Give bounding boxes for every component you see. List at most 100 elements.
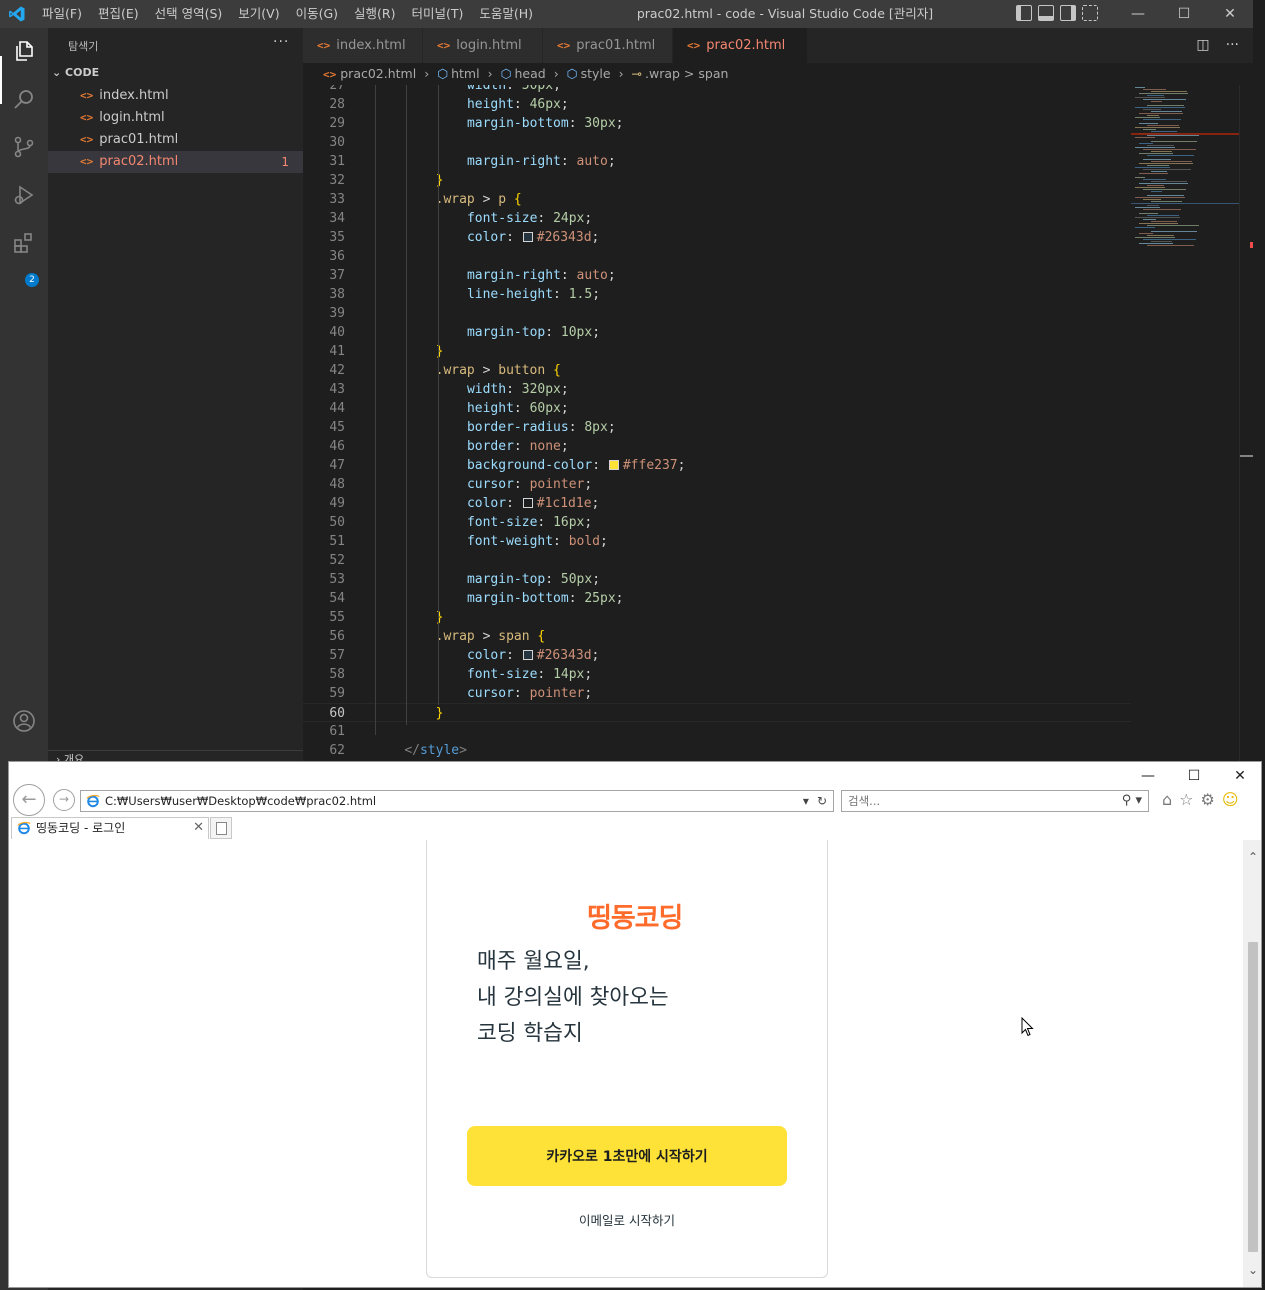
- breadcrumb-html[interactable]: html: [451, 66, 479, 81]
- feedback-smiley-icon[interactable]: ☺: [1222, 790, 1239, 810]
- close-tab-icon[interactable]: ✕: [193, 818, 204, 838]
- code-line[interactable]: 53 margin-top: 50px;: [303, 570, 1131, 589]
- search-icon[interactable]: ⚲: [1122, 793, 1132, 808]
- search-box[interactable]: ⚲ ▾: [841, 790, 1149, 812]
- color-swatch[interactable]: [522, 650, 533, 660]
- maximize-icon[interactable]: ☐: [1171, 764, 1217, 788]
- menu-view[interactable]: 보기(V): [230, 0, 287, 28]
- code-line[interactable]: 37 margin-right: auto;: [303, 266, 1131, 285]
- toggle-primary-sidebar-icon[interactable]: [1016, 5, 1032, 21]
- menu-terminal[interactable]: 터미널(T): [404, 0, 472, 28]
- maximize-icon[interactable]: ☐: [1161, 0, 1207, 28]
- scroll-down-icon[interactable]: ⌄: [1243, 1263, 1261, 1277]
- code-line[interactable]: 39: [303, 304, 1131, 323]
- code-line[interactable]: 60}: [303, 703, 1131, 722]
- more-actions-icon[interactable]: ···: [273, 34, 289, 50]
- home-icon[interactable]: ⌂: [1162, 790, 1172, 810]
- toggle-secondary-sidebar-icon[interactable]: [1060, 5, 1076, 21]
- scroll-up-icon[interactable]: ⌃: [1243, 850, 1261, 864]
- code-line[interactable]: 56 .wrap > span {: [303, 627, 1131, 646]
- code-line[interactable]: 33 .wrap > p {: [303, 190, 1131, 209]
- minimap[interactable]: [1131, 85, 1239, 765]
- menu-go[interactable]: 이동(G): [288, 0, 346, 28]
- code-line[interactable]: 43 width: 320px;: [303, 380, 1131, 399]
- editor-scrollbar[interactable]: [1239, 85, 1253, 765]
- code-line[interactable]: 47 background-color: #ffe237;: [303, 456, 1131, 475]
- file-item[interactable]: <> prac02.html 1: [48, 151, 303, 173]
- kakao-login-button[interactable]: 카카오로 1초만에 시작하기: [467, 1126, 787, 1186]
- code-line[interactable]: 29 margin-bottom: 30px;: [303, 114, 1131, 133]
- code-line[interactable]: 41}: [303, 342, 1131, 361]
- search-input[interactable]: [848, 793, 1098, 809]
- tab-prac02-html[interactable]: <>prac02.html 1✕: [673, 28, 808, 88]
- file-item[interactable]: <> login.html: [48, 107, 303, 129]
- address-input[interactable]: [105, 793, 785, 809]
- color-swatch[interactable]: [608, 460, 619, 470]
- tab-prac01-html[interactable]: <> prac01.html: [543, 28, 673, 63]
- code-line[interactable]: 42 .wrap > button {: [303, 361, 1131, 380]
- code-line[interactable]: 51 font-weight: bold;: [303, 532, 1131, 551]
- dropdown-icon[interactable]: ▾: [803, 792, 809, 810]
- code-line[interactable]: 31 margin-right: auto;: [303, 152, 1131, 171]
- breadcrumb-head[interactable]: head: [514, 66, 545, 81]
- code-line[interactable]: 27 width: 50px;: [303, 85, 1131, 95]
- split-editor-icon[interactable]: ◫: [1196, 28, 1209, 63]
- code-line[interactable]: 44 height: 60px;: [303, 399, 1131, 418]
- account-icon[interactable]: [12, 709, 36, 733]
- code-line[interactable]: 40 margin-top: 10px;: [303, 323, 1131, 342]
- menu-edit[interactable]: 편집(E): [90, 0, 147, 28]
- code-line[interactable]: 30: [303, 133, 1131, 152]
- color-swatch[interactable]: [522, 498, 533, 508]
- code-line[interactable]: 28 height: 46px;: [303, 95, 1131, 114]
- code-line[interactable]: 45 border-radius: 8px;: [303, 418, 1131, 437]
- breadcrumb-selector[interactable]: .wrap > span: [645, 66, 728, 81]
- tab-index-html[interactable]: <> index.html: [303, 28, 423, 63]
- gear-icon[interactable]: ⚙: [1201, 790, 1215, 810]
- email-signup-link[interactable]: 이메일로 시작하기: [427, 1210, 827, 1229]
- customize-layout-icon[interactable]: [1082, 5, 1098, 21]
- menu-run[interactable]: 실행(R): [346, 0, 403, 28]
- code-line[interactable]: 46 border: none;: [303, 437, 1131, 456]
- code-line[interactable]: 52: [303, 551, 1131, 570]
- back-button[interactable]: ←: [13, 784, 45, 816]
- tab-login-html[interactable]: <> login.html: [423, 28, 543, 63]
- close-icon[interactable]: ✕: [1207, 0, 1253, 28]
- code-line[interactable]: 38 line-height: 1.5;: [303, 285, 1131, 304]
- code-line[interactable]: 36: [303, 247, 1131, 266]
- dropdown-icon[interactable]: ▾: [1135, 793, 1142, 808]
- browser-tab[interactable]: 띵동코딩 - 로그인 ✕: [11, 817, 209, 839]
- code-editor[interactable]: 27 width: 50px; 28 height: 46px; 29 margin-bo…: [303, 85, 1131, 765]
- page-scrollbar[interactable]: ⌃ ⌄: [1243, 840, 1261, 1287]
- extensions-icon[interactable]: [12, 231, 36, 255]
- code-line[interactable]: 58 font-size: 14px;: [303, 665, 1131, 684]
- menu-selection[interactable]: 선택 영역(S): [147, 0, 231, 28]
- menu-help[interactable]: 도움말(H): [471, 0, 541, 28]
- breadcrumb-file[interactable]: prac02.html: [340, 66, 416, 81]
- folder-code[interactable]: ⌄ CODE: [52, 66, 99, 79]
- code-line[interactable]: 57 color: #26343d;: [303, 646, 1131, 665]
- close-icon[interactable]: ✕: [1217, 764, 1261, 788]
- code-line[interactable]: 62 </style>: [303, 741, 1131, 760]
- minimize-icon[interactable]: —: [1115, 0, 1161, 28]
- code-line[interactable]: 49 color: #1c1d1e;: [303, 494, 1131, 513]
- color-swatch[interactable]: [522, 232, 533, 242]
- more-actions-icon[interactable]: ···: [1226, 28, 1239, 63]
- refresh-icon[interactable]: ↻: [817, 792, 827, 810]
- favorites-star-icon[interactable]: ☆: [1179, 790, 1193, 810]
- scroll-thumb[interactable]: [1248, 942, 1258, 1252]
- code-line[interactable]: 35 color: #26343d;: [303, 228, 1131, 247]
- address-bar[interactable]: ▾ ↻: [80, 790, 834, 812]
- toggle-panel-icon[interactable]: [1038, 5, 1054, 21]
- source-control-icon[interactable]: [12, 135, 36, 159]
- code-line[interactable]: 54 margin-bottom: 25px;: [303, 589, 1131, 608]
- search-icon[interactable]: [12, 87, 36, 111]
- new-tab-button[interactable]: [210, 817, 232, 839]
- file-item[interactable]: <> index.html: [48, 85, 303, 107]
- code-line[interactable]: 55}: [303, 608, 1131, 627]
- explorer-icon[interactable]: [12, 39, 36, 63]
- run-debug-icon[interactable]: [12, 183, 36, 207]
- code-line[interactable]: 59 cursor: pointer;: [303, 684, 1131, 703]
- code-line[interactable]: 50 font-size: 16px;: [303, 513, 1131, 532]
- code-line[interactable]: 34 font-size: 24px;: [303, 209, 1131, 228]
- minimize-icon[interactable]: —: [1125, 764, 1171, 788]
